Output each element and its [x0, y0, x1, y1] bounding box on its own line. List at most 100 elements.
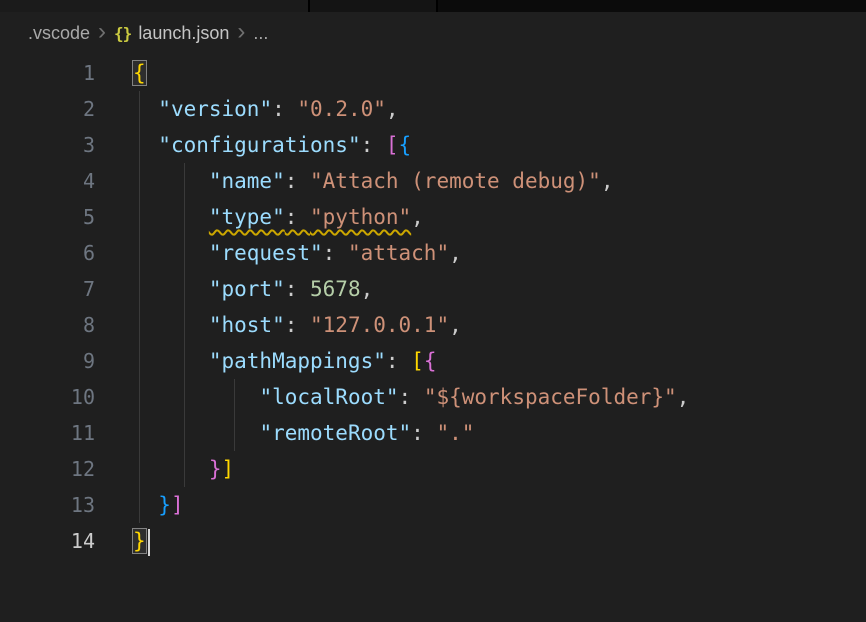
warning-squiggle-token: "python": [310, 205, 411, 229]
line-number[interactable]: 14: [0, 523, 95, 559]
code-line[interactable]: 12 }]: [0, 451, 866, 487]
token: [133, 97, 158, 121]
token: "0.2.0": [297, 97, 386, 121]
code-editor[interactable]: 1{2 "version": "0.2.0",3 "configurations…: [0, 55, 866, 559]
token: "name": [209, 169, 285, 193]
breadcrumb-symbol-ellipsis[interactable]: ...: [253, 23, 268, 44]
token: ,: [601, 169, 614, 193]
code-line[interactable]: 9 "pathMappings": [{: [0, 343, 866, 379]
tab[interactable]: [310, 0, 436, 12]
line-number[interactable]: 3: [0, 127, 95, 163]
code-line[interactable]: 8 "host": "127.0.0.1",: [0, 307, 866, 343]
token: "${workspaceFolder}": [424, 385, 677, 409]
warning-squiggle-token: :: [285, 205, 310, 229]
line-content: "remoteRoot": ".": [95, 415, 474, 451]
code-line[interactable]: 10 "localRoot": "${workspaceFolder}",: [0, 379, 866, 415]
line-content: }]: [95, 451, 234, 487]
line-number[interactable]: 2: [0, 91, 95, 127]
code-line[interactable]: 13 }]: [0, 487, 866, 523]
code-line[interactable]: 5 "type": "python",: [0, 199, 866, 235]
token: "localRoot": [259, 385, 398, 409]
token: ,: [411, 205, 424, 229]
token: [133, 277, 209, 301]
line-number[interactable]: 11: [0, 415, 95, 451]
chevron-right-icon: ›: [236, 22, 246, 46]
line-content: "configurations": [{: [95, 127, 411, 163]
token: ]: [222, 457, 235, 481]
line-number[interactable]: 12: [0, 451, 95, 487]
token: :: [285, 313, 310, 337]
token: :: [323, 241, 348, 265]
token: [133, 133, 158, 157]
token: "Attach (remote debug)": [310, 169, 601, 193]
code-line[interactable]: 6 "request": "attach",: [0, 235, 866, 271]
breadcrumb-file[interactable]: launch.json: [138, 23, 229, 44]
text-cursor: [148, 529, 150, 556]
code-line[interactable]: 2 "version": "0.2.0",: [0, 91, 866, 127]
line-content: "localRoot": "${workspaceFolder}",: [95, 379, 689, 415]
token: [133, 457, 209, 481]
token: "pathMappings": [209, 349, 386, 373]
line-number[interactable]: 8: [0, 307, 95, 343]
code-line[interactable]: 7 "port": 5678,: [0, 271, 866, 307]
token: [133, 385, 259, 409]
token: ,: [677, 385, 690, 409]
token: :: [272, 97, 297, 121]
tab-bar-edge: [0, 0, 866, 12]
token: }: [209, 457, 222, 481]
line-content: {: [95, 55, 146, 91]
token: ,: [449, 313, 462, 337]
token: [: [411, 349, 424, 373]
token: "127.0.0.1": [310, 313, 449, 337]
code-line[interactable]: 4 "name": "Attach (remote debug)",: [0, 163, 866, 199]
tab[interactable]: [0, 0, 308, 12]
token: [133, 349, 209, 373]
code-line[interactable]: 1{: [0, 55, 866, 91]
line-number[interactable]: 6: [0, 235, 95, 271]
line-number[interactable]: 9: [0, 343, 95, 379]
token: [133, 169, 209, 193]
line-content: }]: [95, 487, 184, 523]
line-content: "port": 5678,: [95, 271, 373, 307]
breadcrumb-folder[interactable]: .vscode: [28, 23, 90, 44]
token: ,: [386, 97, 399, 121]
line-number[interactable]: 7: [0, 271, 95, 307]
code-line[interactable]: 14}: [0, 523, 866, 559]
token: "request": [209, 241, 323, 265]
token: [133, 241, 209, 265]
token: "attach": [348, 241, 449, 265]
line-number[interactable]: 10: [0, 379, 95, 415]
line-number[interactable]: 5: [0, 199, 95, 235]
token: [133, 493, 158, 517]
token: :: [411, 421, 436, 445]
line-content: }: [95, 523, 150, 559]
token: :: [285, 169, 310, 193]
token: }: [158, 493, 171, 517]
token: "host": [209, 313, 285, 337]
code-line[interactable]: 11 "remoteRoot": ".": [0, 415, 866, 451]
token: [: [386, 133, 399, 157]
token: :: [361, 133, 386, 157]
line-content: "type": "python",: [95, 199, 424, 235]
token: {: [399, 133, 412, 157]
token: ".": [436, 421, 474, 445]
token: 5678: [310, 277, 361, 301]
token: ]: [171, 493, 184, 517]
line-number[interactable]: 13: [0, 487, 95, 523]
token: :: [399, 385, 424, 409]
line-number[interactable]: 4: [0, 163, 95, 199]
json-braces-icon: {}: [114, 24, 131, 43]
token: "version": [158, 97, 272, 121]
line-number[interactable]: 1: [0, 55, 95, 91]
token: "configurations": [158, 133, 360, 157]
chevron-right-icon: ›: [97, 22, 107, 46]
line-content: "name": "Attach (remote debug)",: [95, 163, 613, 199]
token: ,: [361, 277, 374, 301]
matched-bracket: {: [133, 61, 146, 85]
token: "port": [209, 277, 285, 301]
code-line[interactable]: 3 "configurations": [{: [0, 127, 866, 163]
token: [133, 421, 259, 445]
line-content: "host": "127.0.0.1",: [95, 307, 462, 343]
breadcrumb: .vscode › {} launch.json › ...: [0, 12, 866, 55]
token: [133, 205, 209, 229]
